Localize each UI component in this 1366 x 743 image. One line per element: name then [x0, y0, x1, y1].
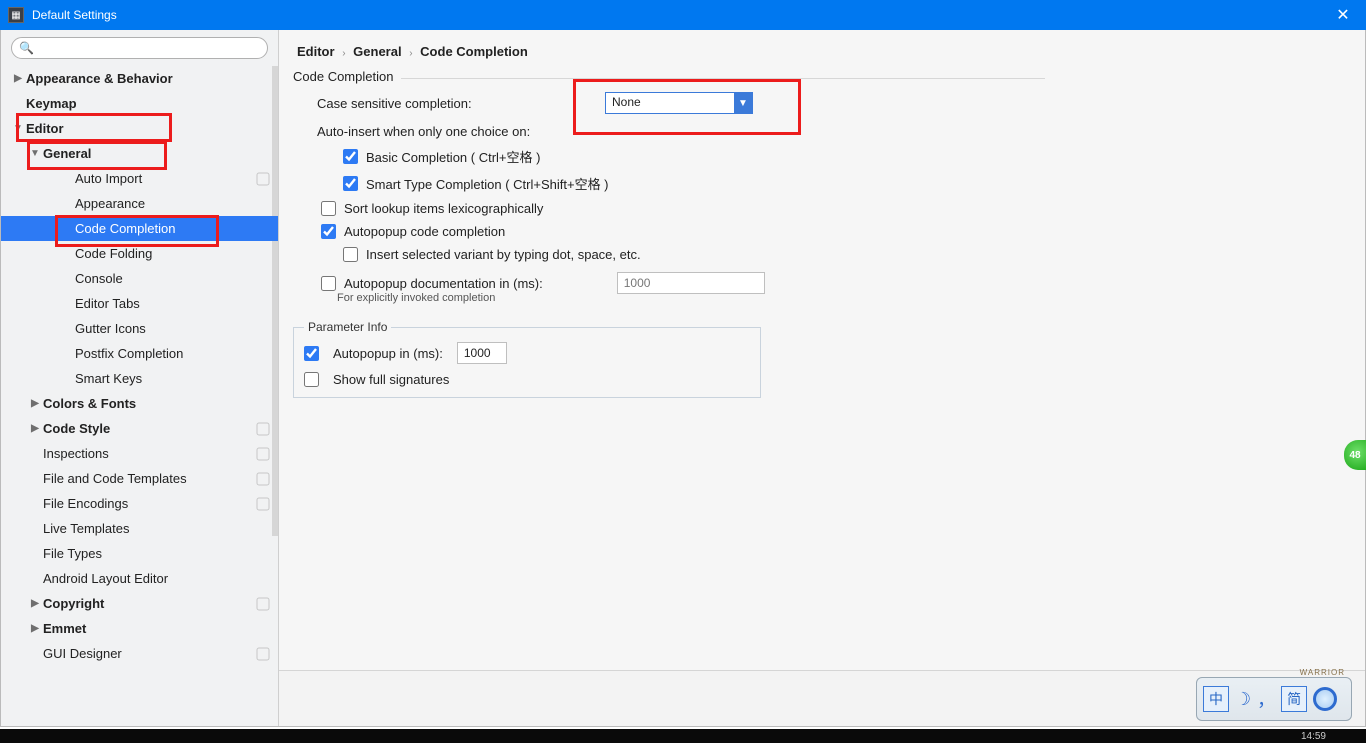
- autopopup-doc-label: Autopopup documentation in (ms):: [344, 276, 543, 291]
- breadcrumb-code-completion: Code Completion: [420, 44, 528, 59]
- tree-item-keymap[interactable]: Keymap: [1, 91, 278, 116]
- breadcrumb: Editor › General › Code Completion: [279, 30, 1365, 69]
- ime-brand-label: WARRIOR: [1300, 668, 1345, 677]
- insert-variant-label: Insert selected variant by typing dot, s…: [366, 247, 641, 262]
- project-tag-icon: [256, 472, 270, 486]
- sort-lookup-row: Sort lookup items lexicographically: [321, 201, 1045, 216]
- chevron-right-icon: ›: [405, 48, 416, 59]
- autopopup-doc-checkbox[interactable]: [321, 276, 336, 291]
- tree-item-console[interactable]: Console: [1, 266, 278, 291]
- close-icon[interactable]: ✕: [1328, 5, 1358, 25]
- breadcrumb-editor[interactable]: Editor: [297, 44, 335, 59]
- section-title: Code Completion: [293, 69, 1045, 84]
- chevron-down-icon: ▼: [29, 148, 41, 159]
- tree-item-smart-keys[interactable]: Smart Keys: [1, 366, 278, 391]
- auto-insert-label: Auto-insert when only one choice on:: [317, 124, 1045, 139]
- tree-item-colors-fonts[interactable]: ▶Colors & Fonts: [1, 391, 278, 416]
- autopopup-code-checkbox[interactable]: [321, 224, 336, 239]
- dropdown-value: None: [606, 93, 734, 113]
- chevron-right-icon: ▶: [29, 623, 41, 634]
- case-sensitive-label: Case sensitive completion:: [317, 96, 605, 111]
- param-autopopup-checkbox[interactable]: [304, 346, 319, 361]
- title-bar: ▦ Default Settings ✕: [0, 0, 1366, 30]
- tree-item-appearance-behavior[interactable]: ▶Appearance & Behavior: [1, 66, 278, 91]
- ime-lang-button[interactable]: 中: [1203, 686, 1229, 712]
- tree-item-android-layout-editor[interactable]: Android Layout Editor: [1, 566, 278, 591]
- param-autopopup-input[interactable]: [457, 342, 507, 364]
- chevron-right-icon: ▶: [12, 73, 24, 84]
- search-input[interactable]: [11, 37, 268, 59]
- param-autopopup-label: Autopopup in (ms):: [333, 346, 443, 361]
- insert-variant-row: Insert selected variant by typing dot, s…: [343, 247, 1045, 262]
- sort-lookup-checkbox[interactable]: [321, 201, 336, 216]
- taskbar[interactable]: 14:59: [0, 729, 1366, 743]
- tree-item-auto-import[interactable]: Auto Import: [1, 166, 278, 191]
- insert-variant-checkbox[interactable]: [343, 247, 358, 262]
- case-sensitive-row: Case sensitive completion: None ▼: [317, 92, 1045, 114]
- chevron-right-icon: ▶: [29, 598, 41, 609]
- tree-item-general[interactable]: ▼General: [1, 141, 278, 166]
- settings-sidebar: 🔍 ▶Appearance & Behavior Keymap ▼ Editor …: [1, 30, 279, 726]
- show-full-signatures-label: Show full signatures: [333, 372, 449, 387]
- tree-item-editor[interactable]: ▼Editor: [1, 116, 278, 141]
- sort-lookup-label: Sort lookup items lexicographically: [344, 201, 543, 216]
- show-full-signatures-checkbox[interactable]: [304, 372, 319, 387]
- parameter-info-fieldset: Parameter Info Autopopup in (ms): Show f…: [293, 320, 761, 398]
- moon-icon: ☽: [1235, 689, 1251, 710]
- chevron-right-icon: ›: [338, 48, 349, 59]
- autopopup-code-label: Autopopup code completion: [344, 224, 505, 239]
- autopopup-doc-row: Autopopup documentation in (ms):: [307, 272, 1045, 294]
- smart-completion-label: Smart Type Completion ( Ctrl+Shift+空格 ): [366, 174, 609, 193]
- basic-completion-label: Basic Completion ( Ctrl+空格 ): [366, 147, 540, 166]
- basic-completion-row: Basic Completion ( Ctrl+空格 ): [343, 147, 1045, 166]
- app-icon: ▦: [8, 7, 24, 23]
- project-tag-icon: [256, 172, 270, 186]
- chevron-right-icon: ▶: [29, 423, 41, 434]
- tree-item-editor-tabs[interactable]: Editor Tabs: [1, 291, 278, 316]
- breadcrumb-general[interactable]: General: [353, 44, 401, 59]
- chevron-down-icon: ▼: [734, 93, 752, 113]
- tree-item-inspections[interactable]: Inspections: [1, 441, 278, 466]
- smart-completion-checkbox[interactable]: [343, 176, 358, 191]
- tree-item-code-folding[interactable]: Code Folding: [1, 241, 278, 266]
- tree-item-copyright[interactable]: ▶Copyright: [1, 591, 278, 616]
- chevron-right-icon: ▶: [29, 398, 41, 409]
- tree-item-gui-designer[interactable]: GUI Designer: [1, 641, 278, 666]
- settings-content: Editor › General › Code Completion Code …: [279, 30, 1365, 726]
- parameter-info-legend: Parameter Info: [304, 320, 391, 334]
- ime-settings-icon[interactable]: [1313, 687, 1337, 711]
- tree-item-emmet[interactable]: ▶Emmet: [1, 616, 278, 641]
- tree-item-code-style[interactable]: ▶Code Style: [1, 416, 278, 441]
- smart-completion-row: Smart Type Completion ( Ctrl+Shift+空格 ): [343, 174, 1045, 193]
- project-tag-icon: [256, 447, 270, 461]
- project-tag-icon: [256, 497, 270, 511]
- search-wrap: 🔍: [1, 30, 278, 66]
- project-tag-icon: [256, 647, 270, 661]
- project-tag-icon: [256, 597, 270, 611]
- chevron-down-icon: ▼: [12, 123, 24, 134]
- ime-charset-button[interactable]: 简: [1281, 686, 1307, 712]
- tree-item-code-completion[interactable]: Code Completion: [1, 216, 278, 241]
- tree-item-postfix-completion[interactable]: Postfix Completion: [1, 341, 278, 366]
- window-title: Default Settings: [32, 8, 117, 22]
- comma-icon: ，: [1257, 686, 1275, 712]
- notification-badge[interactable]: 48: [1344, 440, 1366, 470]
- autopopup-doc-input[interactable]: [617, 272, 765, 294]
- form-panel: Code Completion Case sensitive completio…: [279, 69, 1059, 398]
- tree-item-file-code-templates[interactable]: File and Code Templates: [1, 466, 278, 491]
- dialog-body: 🔍 ▶Appearance & Behavior Keymap ▼Editor …: [0, 30, 1366, 727]
- settings-tree[interactable]: ▶Appearance & Behavior Keymap ▼Editor ▼G…: [1, 66, 278, 726]
- tree-item-appearance[interactable]: Appearance: [1, 191, 278, 216]
- clock: 14:59: [1301, 731, 1366, 742]
- autopopup-code-row: Autopopup code completion: [321, 224, 1045, 239]
- tree-item-file-types[interactable]: File Types: [1, 541, 278, 566]
- basic-completion-checkbox[interactable]: [343, 149, 358, 164]
- ime-widget[interactable]: WARRIOR 中 ☽ ， 简: [1196, 677, 1352, 721]
- tree-item-live-templates[interactable]: Live Templates: [1, 516, 278, 541]
- project-tag-icon: [256, 422, 270, 436]
- case-sensitive-dropdown[interactable]: None ▼: [605, 92, 753, 114]
- tree-item-gutter-icons[interactable]: Gutter Icons: [1, 316, 278, 341]
- tree-item-file-encodings[interactable]: File Encodings: [1, 491, 278, 516]
